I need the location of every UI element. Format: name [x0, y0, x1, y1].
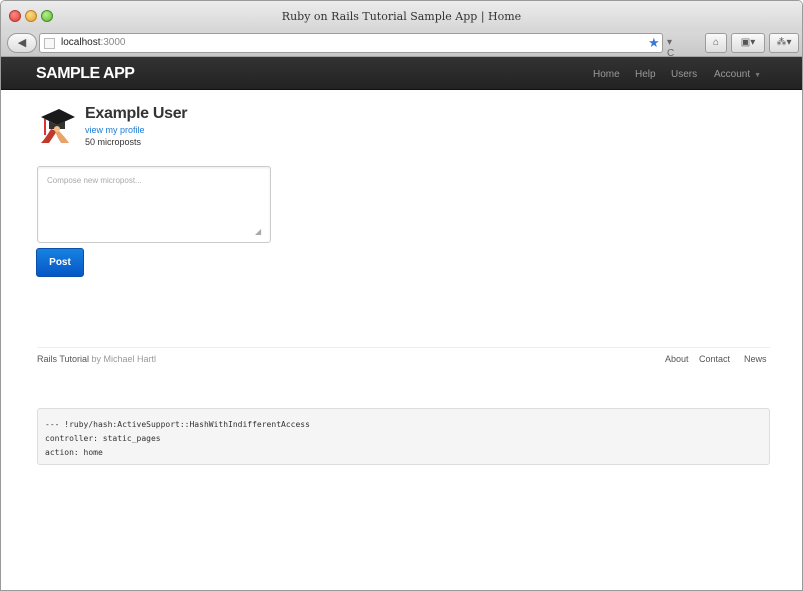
debug-line: action: home — [45, 448, 103, 457]
nav-account-label: Account — [714, 69, 751, 80]
back-arrow-icon: ◀ — [17, 37, 27, 49]
footer-contact-link[interactable]: Contact — [699, 354, 730, 364]
bookmarks-button[interactable]: ▣▾ — [731, 33, 765, 53]
user-name: Example User — [85, 105, 188, 122]
browser-toolbar: ◀ localhost:3000 ★ ▾ C ⌂ ▣▾ ⁂▾ — [1, 31, 802, 59]
brand-logo-link[interactable]: SAMPLE APP — [36, 65, 135, 83]
bookmark-star-icon[interactable]: ★ — [648, 35, 660, 51]
home-button[interactable]: ⌂ — [705, 33, 727, 53]
micropost-count: 50 microposts — [85, 137, 142, 147]
tools-button[interactable]: ⁂▾ — [769, 33, 799, 53]
url-text[interactable]: localhost:3000 — [61, 37, 126, 48]
bookmarks-icon: ▣▾ — [740, 37, 756, 48]
url-host: localhost — [61, 37, 101, 48]
browser-window: Ruby on Rails Tutorial Sample App | Home… — [0, 0, 803, 591]
user-avatar[interactable] — [37, 105, 77, 145]
footer-about-link[interactable]: About — [665, 354, 689, 364]
view-profile-link[interactable]: view my profile — [85, 125, 145, 135]
author-link[interactable]: Michael Hartl — [104, 354, 157, 364]
footer-by-text: by — [89, 354, 104, 364]
nav-users-link[interactable]: Users — [671, 69, 697, 80]
resize-grip-icon[interactable]: ◢ — [255, 227, 261, 236]
nav-help-link[interactable]: Help — [635, 69, 656, 80]
app-navbar: SAMPLE APP Home Help Users Account ▼ — [1, 57, 802, 90]
home-icon: ⌂ — [712, 37, 720, 48]
back-button[interactable]: ◀ — [7, 33, 37, 53]
micropost-textarea[interactable] — [37, 166, 271, 243]
window-title: Ruby on Rails Tutorial Sample App | Home — [281, 10, 522, 23]
footer-divider — [37, 347, 770, 348]
rails-tutorial-link[interactable]: Rails Tutorial — [37, 354, 89, 364]
debug-params: --- !ruby/hash:ActiveSupport::HashWithIn… — [37, 408, 770, 465]
title-bar: Ruby on Rails Tutorial Sample App | Home — [1, 1, 802, 31]
post-button[interactable]: Post — [36, 248, 84, 277]
footer-credit: Rails Tutorial by Michael Hartl — [37, 354, 156, 364]
debug-line: --- !ruby/hash:ActiveSupport::HashWithIn… — [45, 420, 310, 429]
reload-icon[interactable]: ▾ C — [667, 37, 674, 59]
nav-home-link[interactable]: Home — [593, 69, 620, 80]
address-bar[interactable]: localhost:3000 ★ ▾ C — [39, 33, 674, 59]
page-favicon-icon — [44, 38, 55, 49]
url-port: :3000 — [100, 37, 126, 48]
debug-line: controller: static_pages — [45, 434, 161, 443]
caret-down-icon: ▼ — [754, 72, 762, 79]
tools-icon: ⁂▾ — [776, 37, 792, 48]
footer-news-link[interactable]: News — [744, 354, 767, 364]
nav-account-dropdown[interactable]: Account ▼ — [714, 69, 761, 80]
